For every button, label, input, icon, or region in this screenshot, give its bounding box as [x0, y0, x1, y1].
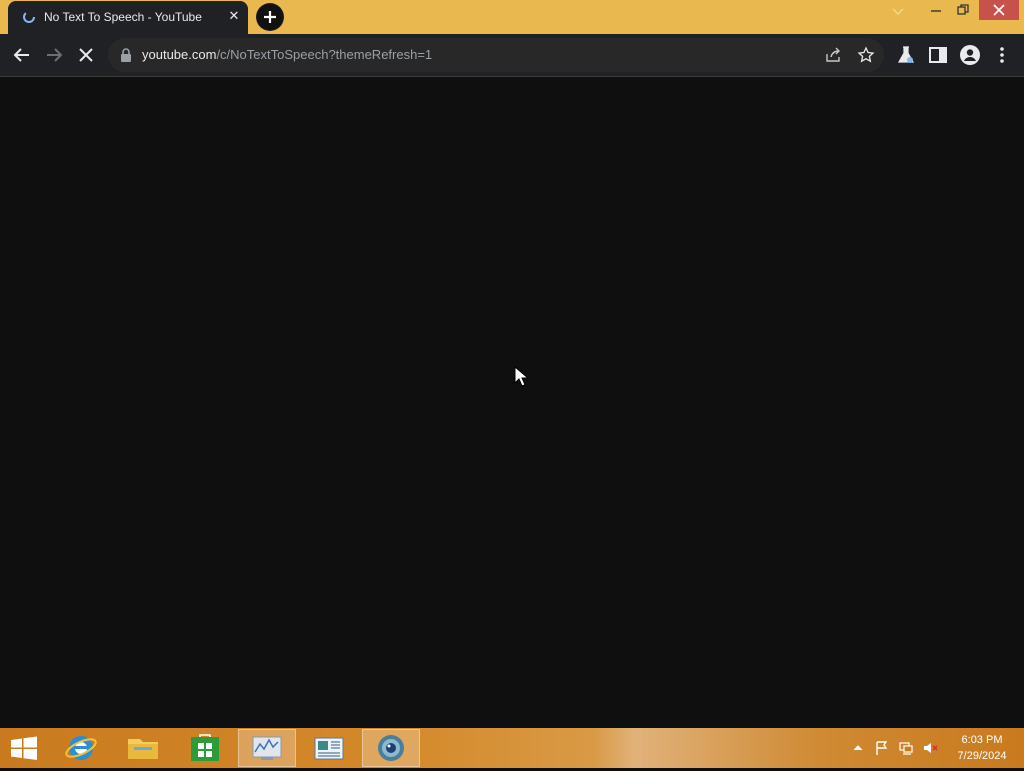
browser-tab[interactable]: No Text To Speech - YouTube ✕ — [8, 1, 248, 34]
mouse-cursor-icon — [514, 366, 528, 387]
tab-search-button[interactable] — [888, 4, 908, 24]
store-icon — [191, 734, 219, 761]
taskbar: 6:03 PM 7/29/2024 — [0, 728, 1024, 768]
profile-avatar-icon[interactable] — [958, 43, 982, 67]
chrome-icon — [378, 735, 404, 761]
url-host: youtube.com — [142, 47, 217, 62]
close-icon — [993, 4, 1005, 16]
url-text[interactable]: youtube.com/c/NoTextToSpeech?themeRefres… — [142, 47, 432, 62]
network-icon[interactable] — [898, 740, 914, 756]
restore-icon — [957, 4, 969, 15]
taskbar-file-explorer[interactable] — [114, 729, 172, 767]
performance-monitor-icon — [252, 736, 282, 760]
taskbar-news[interactable] — [300, 729, 358, 767]
forward-arrow-icon[interactable] — [42, 43, 66, 67]
tab-close-icon[interactable]: ✕ — [226, 9, 242, 25]
browser-toolbar: youtube.com/c/NoTextToSpeech?themeRefres… — [0, 34, 1024, 77]
volume-muted-icon[interactable] — [922, 740, 938, 756]
chevron-down-icon — [892, 8, 904, 15]
system-clock[interactable]: 6:03 PM 7/29/2024 — [946, 732, 1018, 764]
action-center-flag-icon[interactable] — [874, 740, 890, 756]
new-tab-button[interactable] — [256, 3, 284, 31]
taskbar-store[interactable] — [176, 729, 234, 767]
show-hidden-icons-chevron-up-icon[interactable] — [850, 740, 866, 756]
news-icon — [314, 737, 344, 760]
minimize-icon — [931, 10, 941, 12]
title-bar: No Text To Speech - YouTube ✕ — [0, 0, 1024, 34]
page-content[interactable] — [0, 77, 1024, 728]
loading-favicon-icon — [23, 11, 35, 23]
plus-icon — [257, 4, 283, 30]
taskbar-chrome[interactable] — [362, 729, 420, 767]
lock-icon[interactable] — [120, 48, 132, 62]
share-icon[interactable] — [824, 46, 842, 64]
clock-time: 6:03 PM — [961, 734, 1003, 746]
start-button[interactable] — [0, 729, 48, 767]
clock-date: 7/29/2024 — [957, 750, 1007, 762]
close-window-button[interactable] — [979, 0, 1019, 20]
restore-button[interactable] — [953, 0, 973, 20]
minimize-button[interactable] — [926, 0, 946, 20]
address-bar[interactable]: youtube.com/c/NoTextToSpeech?themeRefres… — [108, 38, 884, 72]
url-path: /c/NoTextToSpeech?themeRefresh=1 — [216, 47, 433, 62]
taskbar-performance-monitor[interactable] — [238, 729, 296, 767]
windows-logo-icon — [11, 736, 37, 760]
side-panel-icon[interactable] — [926, 43, 950, 67]
menu-kebab-icon[interactable] — [990, 43, 1014, 67]
stop-loading-icon[interactable] — [74, 43, 98, 67]
internet-explorer-icon — [65, 736, 97, 760]
bookmark-star-icon[interactable] — [857, 46, 875, 64]
extension-flask-icon[interactable] — [894, 43, 918, 67]
tab-title: No Text To Speech - YouTube — [44, 10, 202, 24]
taskbar-internet-explorer[interactable] — [52, 729, 110, 767]
back-arrow-icon[interactable] — [10, 43, 34, 67]
file-explorer-icon — [128, 739, 158, 759]
